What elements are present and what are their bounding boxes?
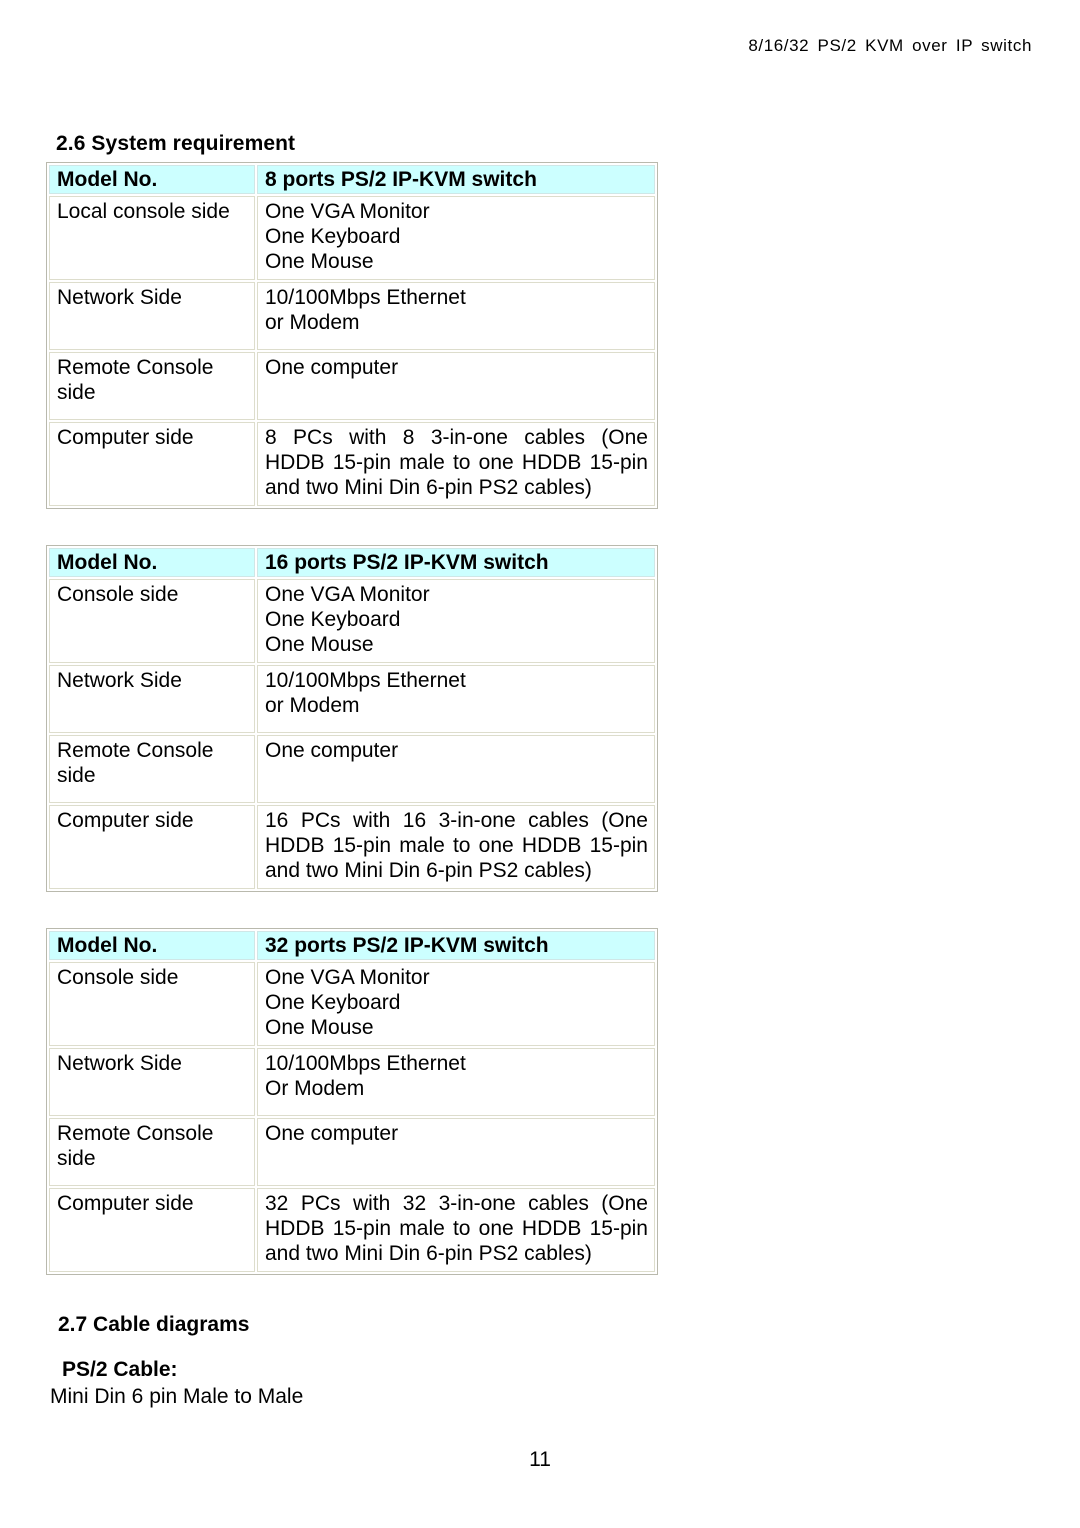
- value-line: One computer: [265, 738, 399, 762]
- value-line: 10/100Mbps Ethernet: [265, 285, 466, 309]
- row-label-remote-console-side: Remote Console side: [49, 351, 255, 420]
- table-row: Local console side One VGA Monitor One K…: [49, 195, 655, 280]
- row-value-network-side: 10/100Mbps Ethernet Or Modem: [257, 1047, 655, 1116]
- value-line: or Modem: [265, 310, 360, 334]
- value-line: One Mouse: [265, 249, 374, 273]
- value-line: One Mouse: [265, 1015, 374, 1039]
- spec-table-8-ports: Model No. 8 ports PS/2 IP-KVM switch Loc…: [46, 161, 658, 509]
- value-line: One computer: [265, 355, 399, 379]
- table-header-row: Model No. 32 ports PS/2 IP-KVM switch: [49, 930, 655, 960]
- row-value-console-side: One VGA Monitor One Keyboard One Mouse: [257, 961, 655, 1046]
- row-value-network-side: 10/100Mbps Ethernet or Modem: [257, 664, 655, 733]
- table-row: Network Side 10/100Mbps Ethernet or Mode…: [49, 281, 655, 350]
- value-line: One Keyboard: [265, 990, 401, 1014]
- header-cell-model-no: Model No.: [49, 547, 255, 577]
- table-row: Computer side 16 PCs with 16 3-in-one ca…: [49, 804, 655, 889]
- value-line: 10/100Mbps Ethernet: [265, 668, 466, 692]
- value-line: One Keyboard: [265, 607, 401, 631]
- value-line: 32 PCs with 32 3-in-one cables (One: [265, 1191, 648, 1215]
- table-row: Remote Console side One computer: [49, 351, 655, 420]
- value-line: or Modem: [265, 693, 360, 717]
- value-line: HDDB 15-pin male to one HDDB 15-pin: [265, 833, 648, 857]
- row-label-remote-console-side: Remote Console side: [49, 1117, 255, 1186]
- value-line: 10/100Mbps Ethernet: [265, 1051, 466, 1075]
- header-cell-model-value: 32 ports PS/2 IP-KVM switch: [257, 930, 655, 960]
- value-line: and two Mini Din 6-pin PS2 cables): [265, 858, 592, 882]
- header-cell-model-no: Model No.: [49, 164, 255, 194]
- row-value-network-side: 10/100Mbps Ethernet or Modem: [257, 281, 655, 350]
- value-line: 8 PCs with 8 3-in-one cables (One: [265, 425, 648, 449]
- table-header-row: Model No. 16 ports PS/2 IP-KVM switch: [49, 547, 655, 577]
- row-value-remote-console-side: One computer: [257, 1117, 655, 1186]
- row-value-computer-side: 32 PCs with 32 3-in-one cables (One HDDB…: [257, 1187, 655, 1272]
- row-label-computer-side: Computer side: [49, 804, 255, 889]
- header-cell-model-value: 8 ports PS/2 IP-KVM switch: [257, 164, 655, 194]
- row-label-console-side: Console side: [49, 578, 255, 663]
- section-heading-cable-diagrams: 2.7 Cable diagrams: [58, 1312, 250, 1336]
- row-label-remote-console-side: Remote Console side: [49, 734, 255, 803]
- value-line: One VGA Monitor: [265, 965, 430, 989]
- row-label-local-console-side: Local console side: [49, 195, 255, 280]
- table-row: Network Side 10/100Mbps Ethernet Or Mode…: [49, 1047, 655, 1116]
- value-line: HDDB 15-pin male to one HDDB 15-pin: [265, 1216, 648, 1240]
- value-line: and two Mini Din 6-pin PS2 cables): [265, 475, 592, 499]
- spec-table-16-ports: Model No. 16 ports PS/2 IP-KVM switch Co…: [46, 544, 658, 892]
- value-line: HDDB 15-pin male to one HDDB 15-pin: [265, 450, 648, 474]
- page-number: 11: [529, 1448, 551, 1471]
- row-value-remote-console-side: One computer: [257, 734, 655, 803]
- page-content: 2.6 System requirement Model No. 8 ports…: [44, 132, 664, 1409]
- value-line: One computer: [265, 1121, 399, 1145]
- value-line: One Keyboard: [265, 224, 401, 248]
- cable-description: Mini Din 6 pin Male to Male: [50, 1384, 304, 1408]
- row-label-console-side: Console side: [49, 961, 255, 1046]
- table-header-row: Model No. 8 ports PS/2 IP-KVM switch: [49, 164, 655, 194]
- table-row: Remote Console side One computer: [49, 1117, 655, 1186]
- value-line: Or Modem: [265, 1076, 365, 1100]
- table-row: Console side One VGA Monitor One Keyboar…: [49, 578, 655, 663]
- table-row: Computer side 32 PCs with 32 3-in-one ca…: [49, 1187, 655, 1272]
- section-heading-system-requirement: 2.6 System requirement: [56, 132, 296, 155]
- row-value-computer-side: 16 PCs with 16 3-in-one cables (One HDDB…: [257, 804, 655, 889]
- value-line: One VGA Monitor: [265, 582, 430, 606]
- header-cell-model-no: Model No.: [49, 930, 255, 960]
- row-label-computer-side: Computer side: [49, 1187, 255, 1272]
- row-value-computer-side: 8 PCs with 8 3-in-one cables (One HDDB 1…: [257, 421, 655, 506]
- value-line: One Mouse: [265, 632, 374, 656]
- value-line: 16 PCs with 16 3-in-one cables (One: [265, 808, 648, 832]
- row-value-remote-console-side: One computer: [257, 351, 655, 420]
- table-row: Remote Console side One computer: [49, 734, 655, 803]
- spec-table-32-ports: Model No. 32 ports PS/2 IP-KVM switch Co…: [46, 927, 658, 1275]
- running-header-title: 8/16/32 PS/2 KVM over IP switch: [748, 36, 1032, 55]
- row-value-console-side: One VGA Monitor One Keyboard One Mouse: [257, 578, 655, 663]
- value-line: and two Mini Din 6-pin PS2 cables): [265, 1241, 592, 1265]
- table-row: Console side One VGA Monitor One Keyboar…: [49, 961, 655, 1046]
- document-page: 8/16/32 PS/2 KVM over IP switch 2.6 Syst…: [0, 0, 1080, 1528]
- row-label-network-side: Network Side: [49, 1047, 255, 1116]
- sub-heading-ps2-cable: PS/2 Cable:: [62, 1358, 178, 1382]
- value-line: One VGA Monitor: [265, 199, 430, 223]
- row-label-computer-side: Computer side: [49, 421, 255, 506]
- row-label-network-side: Network Side: [49, 664, 255, 733]
- table-row: Computer side 8 PCs with 8 3-in-one cabl…: [49, 421, 655, 506]
- header-cell-model-value: 16 ports PS/2 IP-KVM switch: [257, 547, 655, 577]
- table-row: Network Side 10/100Mbps Ethernet or Mode…: [49, 664, 655, 733]
- row-value-local-console-side: One VGA Monitor One Keyboard One Mouse: [257, 195, 655, 280]
- row-label-network-side: Network Side: [49, 281, 255, 350]
